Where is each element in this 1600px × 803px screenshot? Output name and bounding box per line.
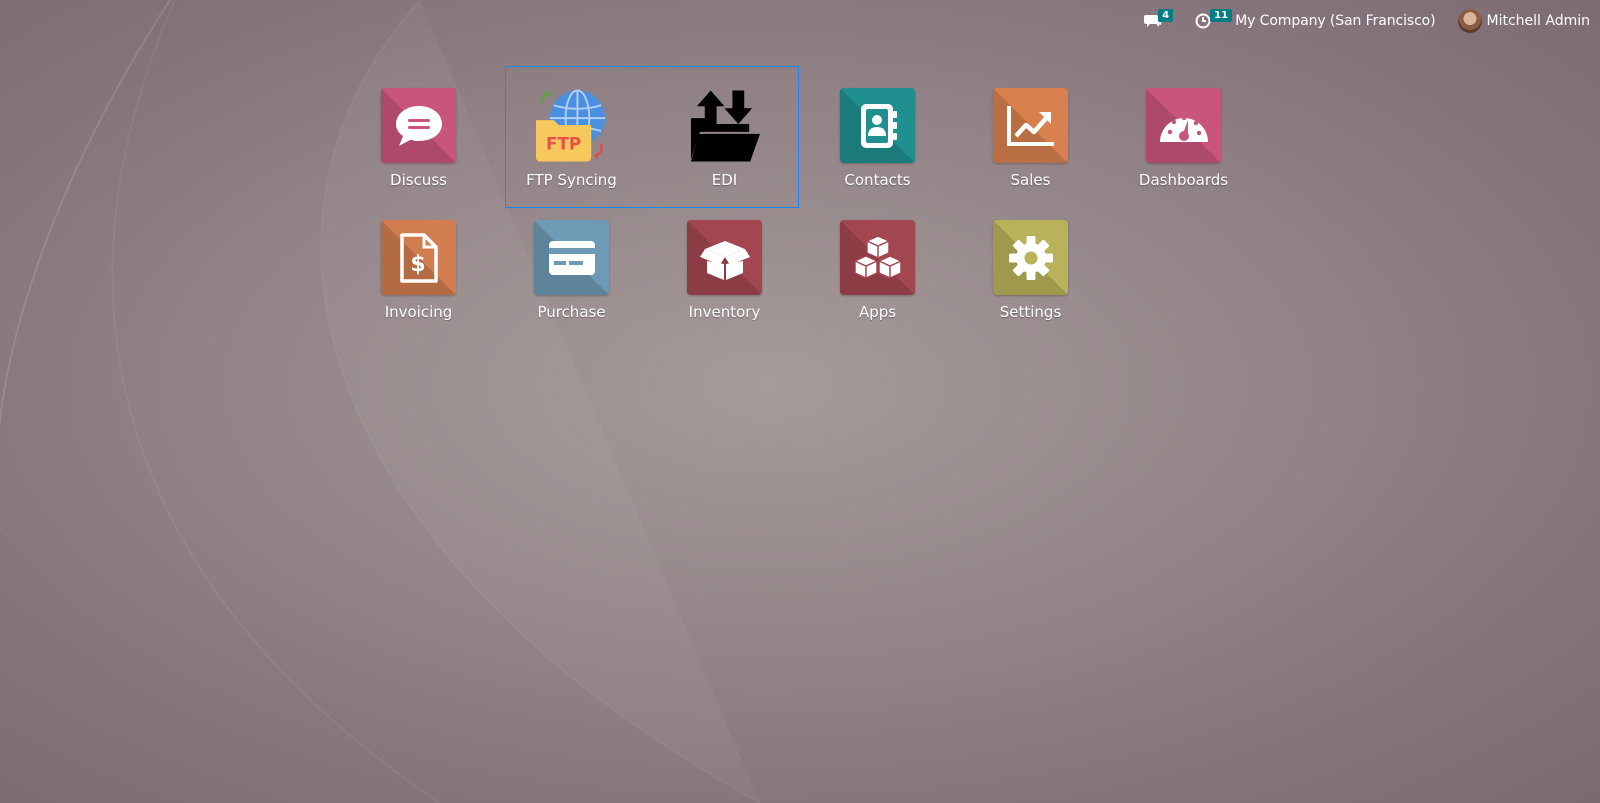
cubes-icon (840, 220, 915, 295)
chart-line-up-icon (993, 88, 1068, 163)
app-contacts[interactable]: Contacts (801, 68, 954, 200)
app-label: Apps (858, 303, 897, 321)
app-label: FTP Syncing (526, 171, 617, 189)
app-label: Sales (1010, 171, 1051, 189)
app-invoicing[interactable]: $ Invoicing (342, 200, 495, 332)
app-label: Settings (999, 303, 1062, 321)
chat-bubble-icon (381, 88, 456, 163)
svg-text:FTP: FTP (546, 133, 581, 153)
app-label: Discuss (390, 171, 447, 189)
ftp-folder-globe-icon: FTP (534, 88, 609, 163)
app-purchase[interactable]: Purchase (495, 200, 648, 332)
app-apps[interactable]: Apps (801, 200, 954, 332)
address-book-icon (840, 88, 915, 163)
app-label: Dashboards (1138, 171, 1229, 189)
app-ftp-syncing[interactable]: FTP FTP Syncing (495, 68, 648, 200)
open-box-icon (687, 220, 762, 295)
app-label: Purchase (537, 303, 606, 321)
svg-text:$: $ (410, 252, 425, 277)
app-label: Inventory (688, 303, 761, 321)
app-dashboards[interactable]: Dashboards (1107, 68, 1260, 200)
app-label: Invoicing (384, 303, 453, 321)
apps-grid: Discuss FTP FTP Syncing EDI Contacts Sal… (0, 0, 1600, 803)
app-label: EDI (711, 171, 738, 189)
app-sales[interactable]: Sales (954, 68, 1107, 200)
app-discuss[interactable]: Discuss (342, 68, 495, 200)
speedometer-icon (1146, 88, 1221, 163)
app-settings[interactable]: Settings (954, 200, 1107, 332)
app-edi[interactable]: EDI (648, 68, 801, 200)
app-label: Contacts (844, 171, 911, 189)
invoice-dollar-icon: $ (381, 220, 456, 295)
app-inventory[interactable]: Inventory (648, 200, 801, 332)
gear-icon (993, 220, 1068, 295)
folder-upload-download-icon (687, 88, 762, 163)
credit-card-icon (534, 220, 609, 295)
